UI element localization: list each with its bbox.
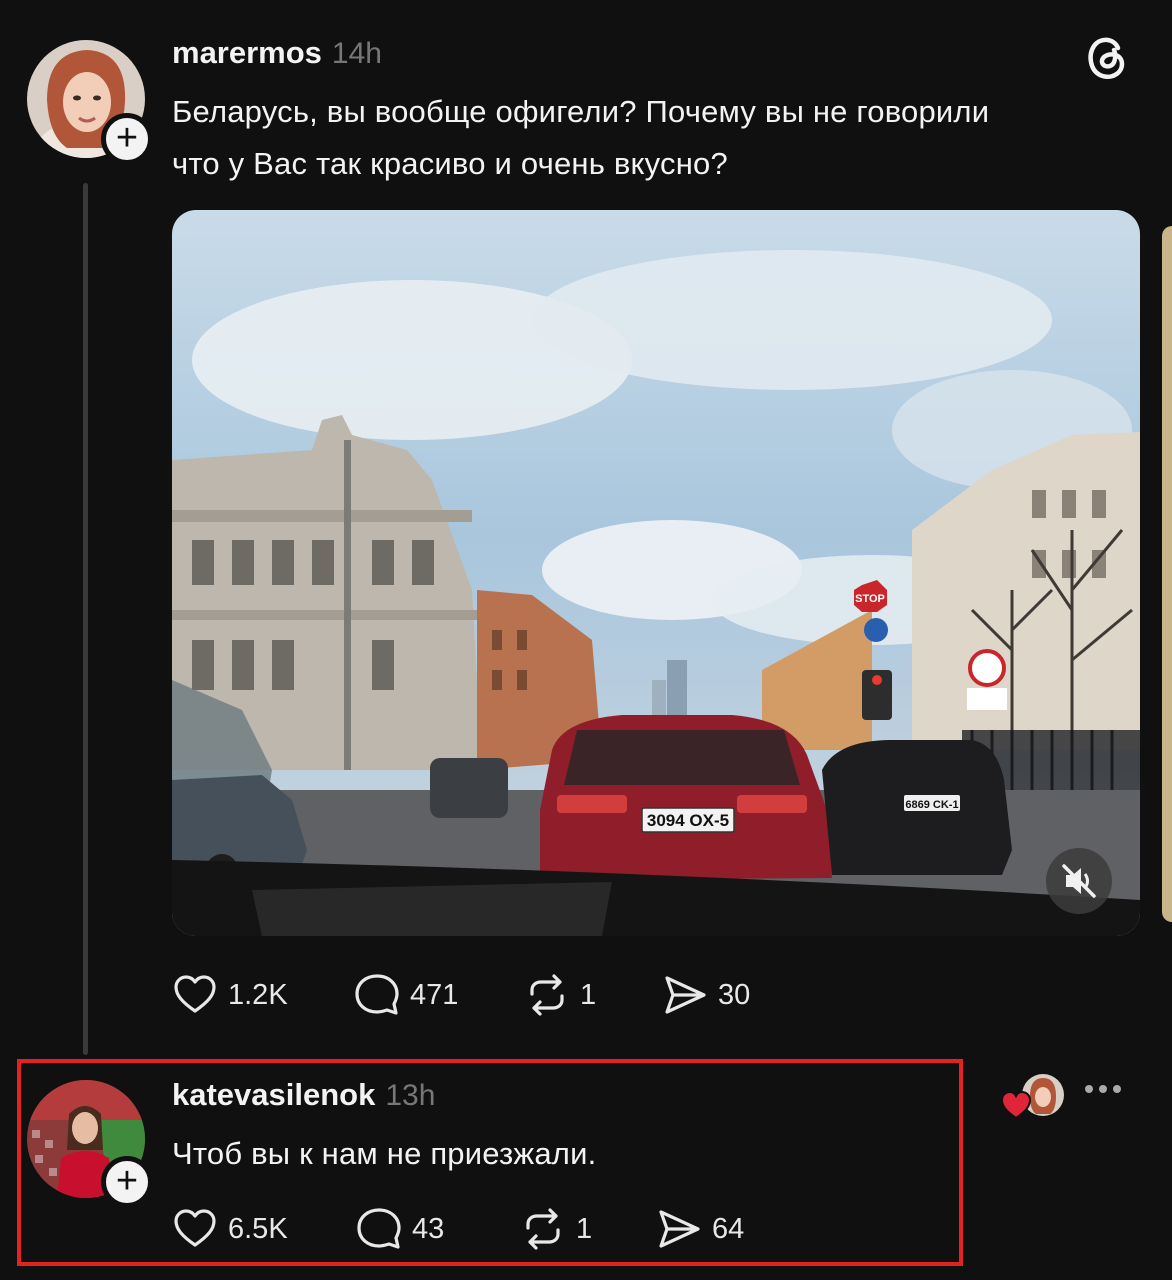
author-username[interactable]: marermos (172, 35, 322, 71)
repost-button[interactable]: 1 (524, 972, 662, 1018)
reply-text: Чтоб вы к нам не приезжали. (172, 1136, 597, 1171)
like-button[interactable]: 1.2K (172, 972, 354, 1018)
comment-icon (357, 1208, 401, 1249)
more-dots-icon[interactable] (1085, 1080, 1131, 1110)
send-icon (659, 1210, 700, 1248)
reply-reply-button[interactable]: 43 (356, 1206, 520, 1252)
reply-reply-count: 43 (412, 1212, 445, 1245)
mute-toggle-button[interactable] (1046, 848, 1112, 914)
reply-actions: 6.5K 43 1 64 (172, 1206, 744, 1252)
share-button[interactable]: 30 (662, 972, 750, 1018)
like-count: 1.2K (228, 978, 288, 1011)
comment-icon (355, 974, 399, 1015)
post-video[interactable]: STOP 3094 OX-5 6869 CK-1 (172, 210, 1140, 936)
plus-icon: + (115, 1160, 139, 1202)
post-actions: 1.2K 471 1 30 (172, 972, 750, 1018)
send-icon (665, 976, 706, 1014)
thread-connector-line (83, 183, 88, 1055)
reply-button[interactable]: 471 (354, 972, 524, 1018)
reply-repost-count: 1 (576, 1212, 593, 1245)
license-plate-front: 3094 OX-5 (647, 811, 729, 830)
reply-like-count: 6.5K (228, 1212, 288, 1245)
post-timestamp: 14h (331, 37, 382, 70)
heart-icon (174, 975, 216, 1013)
stop-sign-label: STOP (855, 593, 885, 605)
plus-icon: + (115, 117, 139, 159)
post-text-line-1: Беларусь, вы вообще офигели? Почему вы н… (172, 94, 990, 129)
heart-icon (1000, 1090, 1032, 1120)
post-header: marermos 14h (172, 35, 382, 75)
replier-username[interactable]: katevasilenok (172, 1077, 375, 1113)
threads-logo-icon[interactable] (1084, 32, 1130, 80)
speaker-muted-icon (1062, 864, 1096, 898)
repost-icon (530, 974, 564, 1016)
license-plate-right: 6869 CK-1 (905, 799, 958, 811)
post-text-line-2: что у Вас так красиво и очень вкусно? (172, 146, 728, 181)
reply-share-count: 64 (712, 1212, 745, 1245)
reply-repost-button[interactable]: 1 (520, 1206, 656, 1252)
share-count: 30 (718, 978, 751, 1011)
reply-header: katevasilenok 13h (172, 1077, 435, 1117)
post-text: Беларусь, вы вообще офигели? Почему вы н… (172, 86, 1132, 190)
follow-author-button[interactable]: + (101, 113, 153, 165)
follow-replier-button[interactable]: + (101, 1156, 153, 1208)
repost-count: 1 (580, 978, 597, 1011)
reply-like-button[interactable]: 6.5K (172, 1206, 356, 1252)
next-media-peek[interactable] (1162, 226, 1172, 922)
reply-count: 471 (410, 978, 459, 1011)
reply-timestamp: 13h (385, 1079, 436, 1112)
reply-share-button[interactable]: 64 (656, 1206, 744, 1252)
heart-icon (174, 1209, 216, 1247)
repost-icon (526, 1208, 560, 1250)
